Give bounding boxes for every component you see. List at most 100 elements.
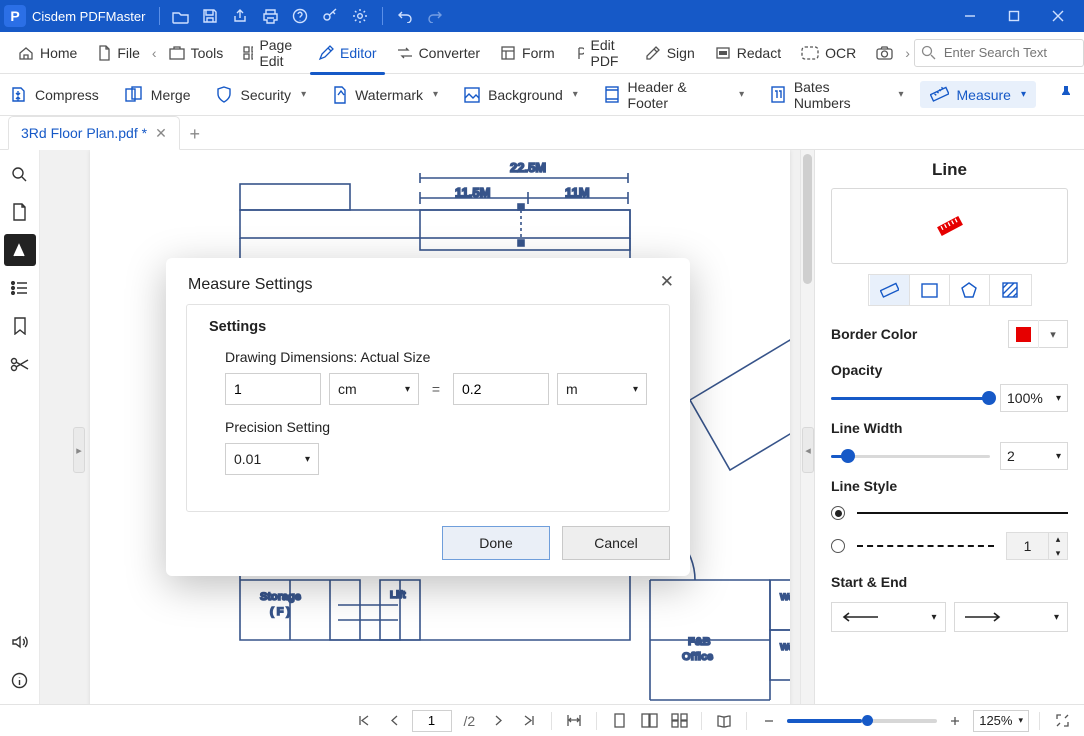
help-icon[interactable] [286, 2, 314, 30]
read-mode-icon[interactable] [712, 709, 736, 733]
tool-measure[interactable]: Measure▾ [920, 81, 1037, 108]
tab-tools[interactable]: Tools [161, 41, 232, 65]
rail-search-icon[interactable] [4, 158, 36, 190]
open-icon[interactable] [166, 2, 194, 30]
tab-editor[interactable]: Editor [310, 41, 385, 65]
dash-down-icon[interactable]: ▾ [1049, 546, 1067, 560]
app-logo: P [4, 5, 26, 27]
zoom-slider[interactable] [787, 719, 937, 723]
line-width-value-dropdown[interactable]: 2▾ [1000, 442, 1068, 470]
tab-camera[interactable] [868, 41, 901, 64]
first-page-icon[interactable] [352, 709, 376, 733]
drawing-unit-select[interactable]: cm▾ [329, 373, 419, 405]
tool-merge[interactable]: Merge [115, 82, 201, 107]
tool-bates[interactable]: Bates Numbers▾ [760, 75, 913, 115]
measure-line-button[interactable] [870, 275, 910, 305]
rail-info-icon[interactable] [4, 664, 36, 696]
scroll-left-icon[interactable]: ‹ [152, 45, 157, 61]
tab-form[interactable]: Form [492, 41, 563, 65]
dash-up-icon[interactable]: ▴ [1049, 532, 1067, 546]
document-tab[interactable]: 3Rd Floor Plan.pdf * ✕ [8, 116, 180, 150]
print-icon[interactable] [256, 2, 284, 30]
start-arrow-dropdown[interactable]: ▾ [831, 602, 946, 632]
drawing-value-input[interactable] [225, 373, 321, 405]
measure-poly-button[interactable] [950, 275, 990, 305]
svg-text:Storage: Storage [260, 591, 301, 603]
line-style-solid-radio[interactable] [831, 506, 845, 520]
dialog-close-icon[interactable]: ✕ [660, 272, 674, 292]
fit-width-icon[interactable] [562, 709, 586, 733]
opacity-slider[interactable] [831, 388, 990, 408]
tab-edit-pdf[interactable]: Edit PDF [567, 33, 633, 73]
tool-background[interactable]: Background▾ [454, 83, 588, 107]
line-width-slider[interactable] [831, 446, 990, 466]
zoom-level-dropdown[interactable]: 125%▾ [973, 710, 1029, 732]
line-style-label: Line Style [831, 478, 1068, 494]
tool-watermark[interactable]: Watermark▾ [322, 82, 448, 108]
zoom-in-icon[interactable] [943, 709, 967, 733]
page-number-input[interactable] [412, 710, 452, 732]
title-bar: P Cisdem PDFMaster [0, 0, 1084, 32]
svg-text:Washroom: Washroom [780, 642, 790, 653]
next-page-icon[interactable] [487, 709, 511, 733]
search-input[interactable] [942, 44, 1072, 61]
actual-unit-select[interactable]: m▾ [557, 373, 647, 405]
line-width-label: Line Width [831, 420, 1068, 436]
prev-page-icon[interactable] [382, 709, 406, 733]
last-page-icon[interactable] [517, 709, 541, 733]
redo-icon[interactable] [421, 2, 449, 30]
undo-icon[interactable] [391, 2, 419, 30]
cancel-button[interactable]: Cancel [562, 526, 670, 560]
tab-converter[interactable]: Converter [389, 41, 488, 65]
rail-page-icon[interactable] [4, 196, 36, 228]
maximize-button[interactable] [992, 0, 1036, 32]
fullscreen-icon[interactable] [1050, 709, 1074, 733]
precision-select[interactable]: 0.01▾ [225, 443, 319, 475]
tab-page-edit[interactable]: Page Edit [235, 33, 306, 73]
share-icon[interactable] [226, 2, 254, 30]
line-style-dashed-radio[interactable] [831, 539, 845, 553]
scroll-right-icon[interactable]: › [905, 45, 910, 61]
measure-rect-button[interactable] [910, 275, 950, 305]
pin-toolbar-button[interactable] [1048, 79, 1084, 111]
tool-header-footer[interactable]: Header & Footer▾ [594, 75, 754, 115]
svg-text:( F ): ( F ) [270, 606, 290, 618]
tab-ocr[interactable]: OCR [793, 41, 864, 65]
view-facing-icon[interactable] [637, 709, 661, 733]
rail-clip-icon[interactable] [4, 348, 36, 380]
measure-hatch-button[interactable] [990, 275, 1030, 305]
tab-redact[interactable]: Redact [707, 41, 789, 65]
rail-sound-icon[interactable] [4, 626, 36, 658]
rail-bookmark-icon[interactable] [4, 310, 36, 342]
key-icon[interactable] [316, 2, 344, 30]
actual-value-input[interactable] [453, 373, 549, 405]
new-tab-button[interactable]: + [180, 119, 210, 149]
minimize-button[interactable] [948, 0, 992, 32]
tool-security[interactable]: Security▾ [206, 82, 316, 108]
save-icon[interactable] [196, 2, 224, 30]
svg-text:Washroom: Washroom [780, 592, 790, 603]
document-tab-close-icon[interactable]: ✕ [155, 125, 167, 142]
tool-compress[interactable]: Compress [0, 82, 109, 107]
dash-value-stepper[interactable]: 1 ▴▾ [1006, 532, 1068, 560]
settings-icon[interactable] [346, 2, 374, 30]
tab-file[interactable]: File [89, 41, 148, 65]
view-continuous-icon[interactable] [667, 709, 691, 733]
search-box[interactable] [914, 39, 1084, 67]
end-arrow-dropdown[interactable]: ▾ [954, 602, 1069, 632]
zoom-out-icon[interactable] [757, 709, 781, 733]
rail-text-mode-icon[interactable] [4, 234, 36, 266]
view-single-icon[interactable] [607, 709, 631, 733]
right-splitter[interactable]: ◂ [802, 427, 814, 473]
tab-home[interactable]: Home [10, 41, 85, 65]
close-button[interactable] [1036, 0, 1080, 32]
arrow-right-icon [963, 611, 1003, 623]
tab-sign[interactable]: Sign [637, 41, 703, 65]
opacity-value-dropdown[interactable]: 100%▾ [1000, 384, 1068, 412]
left-splitter[interactable]: ▸ [73, 427, 85, 473]
border-color-dropdown[interactable]: ▾ [1008, 320, 1068, 348]
done-button[interactable]: Done [442, 526, 550, 560]
rail-list-icon[interactable] [4, 272, 36, 304]
document-tab-label: 3Rd Floor Plan.pdf * [21, 125, 147, 141]
line-preview [831, 188, 1068, 264]
